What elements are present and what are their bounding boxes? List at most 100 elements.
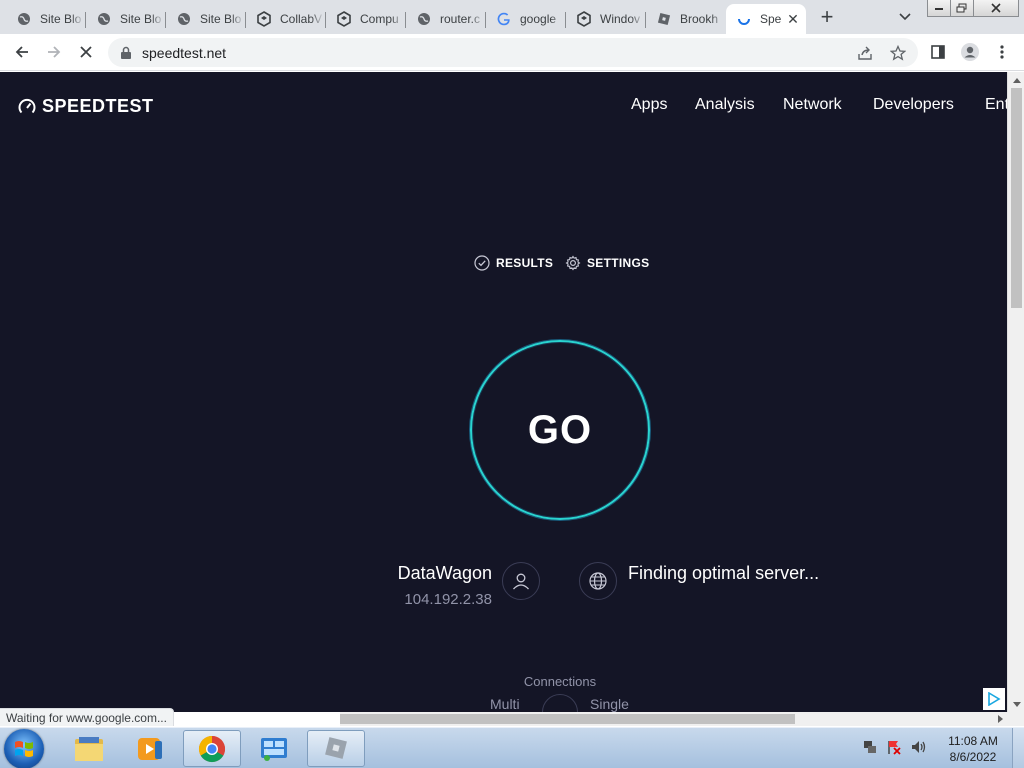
- lock-icon: [121, 46, 131, 59]
- collabvm-icon: [336, 11, 352, 27]
- go-button[interactable]: GO: [470, 340, 650, 520]
- arrow-left-icon: [15, 46, 28, 58]
- close-icon: [991, 3, 1001, 13]
- roblox-icon: [325, 736, 347, 759]
- gear-icon: [565, 255, 581, 271]
- change-server-button[interactable]: [579, 562, 617, 600]
- horizontal-scrollbar[interactable]: [340, 712, 1007, 726]
- taskbar-roblox[interactable]: [307, 730, 365, 767]
- taskbar-chrome[interactable]: [183, 730, 241, 767]
- minimize-button[interactable]: [927, 0, 951, 17]
- minimize-icon: [935, 8, 943, 10]
- tab-collabvm[interactable]: CollabV: [246, 4, 326, 34]
- menu-button[interactable]: [992, 42, 1012, 62]
- tab-windows[interactable]: Windov: [566, 4, 646, 34]
- tab-title: Compu: [360, 12, 399, 26]
- nav-apps[interactable]: Apps: [631, 96, 667, 114]
- nav-enterprise[interactable]: Ent: [985, 96, 1007, 114]
- collabvm-icon: [256, 11, 272, 27]
- check-circle-icon: [474, 255, 490, 271]
- taskbar-control-panel[interactable]: [245, 730, 303, 767]
- tab-site-blocked-2[interactable]: Site Blo: [86, 4, 166, 34]
- scrollbar-thumb[interactable]: [1011, 88, 1022, 308]
- tab-title: Site Blo: [120, 12, 162, 26]
- nav-analysis[interactable]: Analysis: [695, 96, 755, 114]
- nav-network[interactable]: Network: [783, 96, 842, 114]
- scrollbar-corner: [1007, 712, 1024, 726]
- volume-icon[interactable]: [910, 739, 928, 755]
- scrollbar-thumb[interactable]: [340, 714, 795, 724]
- close-window-button[interactable]: [973, 0, 1019, 17]
- connections-single[interactable]: Single: [590, 696, 629, 712]
- chevron-up-icon: [1012, 77, 1021, 83]
- restore-icon: [956, 3, 967, 13]
- globe-icon: [416, 11, 432, 27]
- windows-taskbar: 11:08 AM 8/6/2022: [0, 727, 1024, 768]
- user-icon: [513, 573, 529, 590]
- profile-button[interactable]: [960, 42, 980, 62]
- change-isp-button[interactable]: [502, 562, 540, 600]
- tab-title: CollabV: [280, 12, 323, 26]
- speedtest-logo[interactable]: SPEEDTEST: [18, 96, 154, 117]
- server-status: Finding optimal server...: [628, 563, 820, 583]
- side-panel-button[interactable]: [928, 42, 948, 62]
- back-button[interactable]: [12, 42, 32, 62]
- scroll-right-button[interactable]: [993, 712, 1007, 726]
- media-player-icon: [138, 737, 162, 760]
- logo-text: SPEEDTEST: [42, 96, 154, 116]
- tab-title: router.c: [440, 12, 481, 26]
- scroll-down-button[interactable]: [1008, 696, 1024, 712]
- tab-google[interactable]: google: [486, 4, 566, 34]
- tab-site-blocked-1[interactable]: Site Blo: [6, 4, 86, 34]
- settings-link[interactable]: SETTINGS: [565, 255, 649, 271]
- avatar-icon: [961, 43, 979, 61]
- url-text[interactable]: speedtest.net: [142, 45, 226, 61]
- tab-brookhaven[interactable]: Brookh: [646, 4, 724, 34]
- chevron-down-icon: [1012, 701, 1021, 707]
- tab-title: Brookh: [680, 12, 719, 26]
- vertical-scrollbar[interactable]: [1007, 72, 1024, 712]
- close-icon: [80, 46, 92, 58]
- start-button[interactable]: [4, 729, 44, 768]
- tab-router[interactable]: router.c: [406, 4, 486, 34]
- windows-logo-icon: [15, 741, 33, 757]
- forward-button[interactable]: [44, 42, 64, 62]
- nav-developers[interactable]: Developers: [873, 96, 954, 114]
- tab-title: Windov: [600, 12, 641, 26]
- close-tab-button[interactable]: ✕: [786, 12, 800, 26]
- stop-loading-button[interactable]: [76, 42, 96, 62]
- address-bar[interactable]: speedtest.net: [108, 38, 918, 67]
- tab-computers[interactable]: Compu: [326, 4, 406, 34]
- chevron-right-icon: [997, 715, 1003, 723]
- connections-multi[interactable]: Multi: [490, 696, 520, 712]
- tab-title: Site Blo: [200, 12, 242, 26]
- isp-name: DataWagon: [397, 563, 492, 583]
- taskbar-media-player[interactable]: [121, 730, 179, 767]
- tab-search-button[interactable]: [896, 8, 914, 26]
- speedometer-icon: [18, 98, 36, 113]
- loading-spinner-icon: [736, 11, 752, 27]
- new-tab-button[interactable]: +: [815, 6, 839, 30]
- clock-date: 8/6/2022: [949, 750, 997, 764]
- show-desktop-button[interactable]: [1012, 728, 1024, 768]
- clock[interactable]: 11:08 AM 8/6/2022: [938, 733, 1008, 765]
- arrow-right-icon: [48, 46, 61, 58]
- control-panel-icon: [261, 737, 287, 761]
- share-icon: [858, 46, 872, 60]
- share-button[interactable]: [856, 44, 874, 62]
- tab-site-blocked-3[interactable]: Site Blo: [166, 4, 246, 34]
- more-vertical-icon: [1000, 45, 1004, 59]
- folder-icon: [75, 736, 103, 761]
- bookmark-button[interactable]: [889, 44, 907, 62]
- tab-strip: Site Blo Site Blo Site Blo CollabV Compu…: [0, 0, 1024, 34]
- system-tray: [862, 739, 928, 755]
- action-center-flag-icon[interactable]: [886, 739, 902, 755]
- results-link[interactable]: RESULTS: [474, 255, 553, 271]
- tab-speedtest-active[interactable]: Spe ✕: [726, 4, 806, 34]
- chrome-icon: [198, 735, 226, 762]
- scroll-up-button[interactable]: [1008, 72, 1024, 88]
- restore-button[interactable]: [950, 0, 974, 17]
- adchoices-icon[interactable]: [983, 688, 1005, 710]
- network-icon[interactable]: [862, 739, 878, 755]
- taskbar-explorer[interactable]: [60, 730, 118, 767]
